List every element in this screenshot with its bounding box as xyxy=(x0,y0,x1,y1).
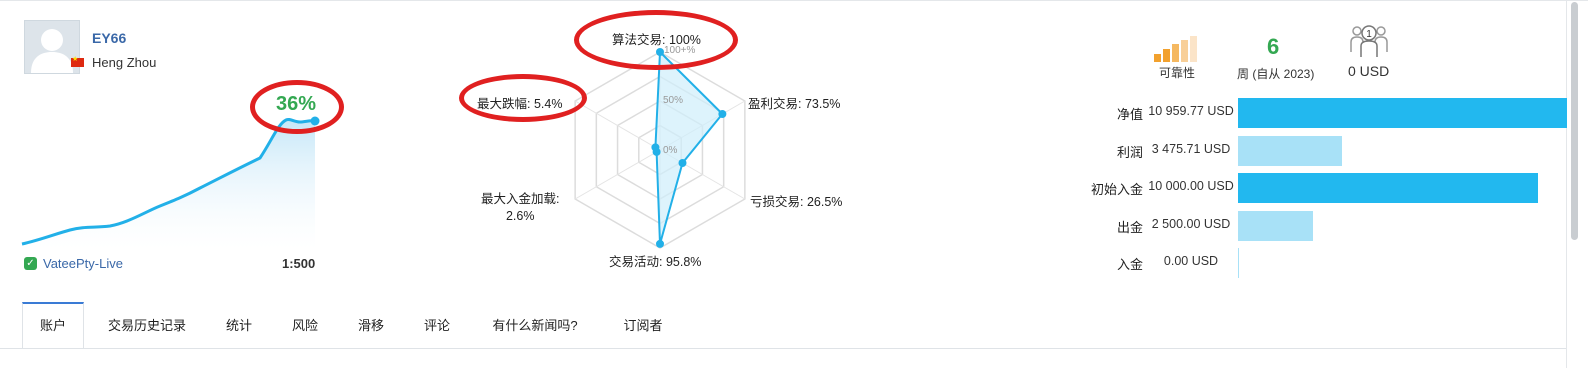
tab-risk[interactable]: 风险 xyxy=(282,302,328,348)
verified-check-icon: ✓ xyxy=(24,257,37,270)
radar-tick-50: 50% xyxy=(663,95,684,106)
tab-reviews[interactable]: 评论 xyxy=(414,302,460,348)
tab-account[interactable]: 账户 xyxy=(22,302,84,348)
weeks-value: 6 xyxy=(1267,34,1280,59)
stat-value: 0.00 USD xyxy=(1163,254,1219,268)
radar-label-deposit-load-value: 2.6% xyxy=(505,209,535,223)
stat-value: 10 000.00 USD xyxy=(1148,179,1234,193)
highlight-circle-drawdown xyxy=(459,74,587,122)
subscribers-count: 1 xyxy=(1366,29,1372,40)
stat-bar xyxy=(1238,173,1538,203)
leverage: 1:500 xyxy=(282,256,316,271)
server-name[interactable]: VateePty-Live xyxy=(43,256,123,271)
stat-row: 利润 3 475.71 USD xyxy=(1040,136,1560,166)
china-flag-icon xyxy=(71,55,84,67)
tab-bar: 账户 交易历史记录 统计 风险 滑移 评论 有什么新闻吗? 订阅者 xyxy=(0,302,1566,349)
radar-point xyxy=(718,109,727,118)
weeks-label: 周 (自从 2023) xyxy=(1237,67,1315,81)
scrollbar-thumb[interactable] xyxy=(1571,2,1578,240)
radar-point xyxy=(678,158,687,167)
stat-row: 出金 2 500.00 USD xyxy=(1040,211,1560,241)
stat-value: 10 959.77 USD xyxy=(1148,104,1234,118)
subscribers-icon: 1 xyxy=(1349,22,1389,63)
radar-tick-0: 0% xyxy=(663,145,678,156)
tab-subscribers[interactable]: 订阅者 xyxy=(612,302,674,348)
stat-bar xyxy=(1238,248,1239,278)
radar-label-activity: 交易活动: 95.8% xyxy=(609,255,702,269)
tab-slippage[interactable]: 滑移 xyxy=(348,302,394,348)
tab-statistics[interactable]: 统计 xyxy=(216,302,262,348)
subscribers-value: 0 USD xyxy=(1348,63,1390,79)
stat-row: 净值 10 959.77 USD xyxy=(1040,98,1567,128)
stat-value: 2 500.00 USD xyxy=(1151,217,1231,231)
reliability-bars-icon xyxy=(1154,36,1202,67)
frame-top-border xyxy=(0,0,1588,1)
stat-row: 初始入金 10 000.00 USD xyxy=(1040,173,1560,203)
frame-right-border xyxy=(1566,0,1567,368)
username[interactable]: EY66 xyxy=(92,30,126,46)
location-text: Heng Zhou xyxy=(92,55,157,70)
radar-label-deposit-load-title: 最大入金加载: xyxy=(481,192,560,206)
radar-label-loss: 亏损交易: 26.5% xyxy=(750,195,843,209)
stat-bar xyxy=(1238,211,1313,241)
tab-trade-history[interactable]: 交易历史记录 xyxy=(98,302,196,348)
highlight-circle-algo xyxy=(574,10,738,70)
radar-point xyxy=(656,239,664,248)
reliability-label: 可靠性 xyxy=(1159,66,1196,80)
tab-news[interactable]: 有什么新闻吗? xyxy=(480,302,590,348)
stat-bar xyxy=(1238,98,1567,128)
radar-label-profit: 盈利交易: 73.5% xyxy=(748,97,841,111)
stat-value: 3 475.71 USD xyxy=(1151,142,1231,156)
radar-point xyxy=(651,143,660,152)
stat-row: 入金 0.00 USD xyxy=(1040,248,1560,278)
stat-bar xyxy=(1238,136,1342,166)
radar-label-deposit-load: 最大入金加载: 2.6% xyxy=(481,191,559,225)
highlight-circle-growth xyxy=(250,80,344,134)
